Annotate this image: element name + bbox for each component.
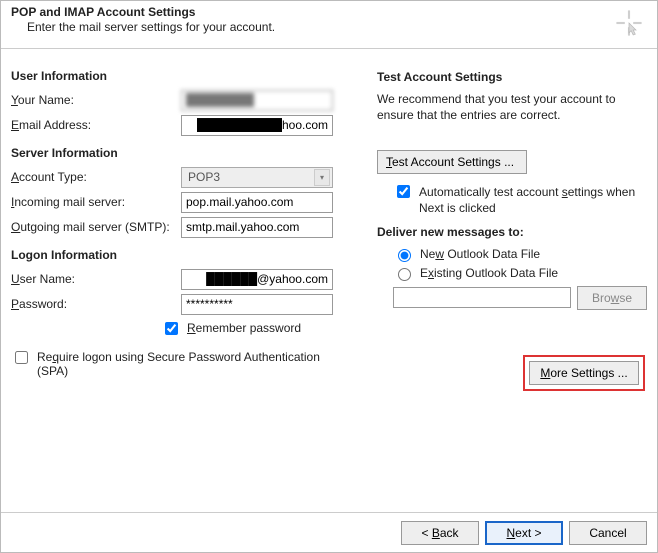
outgoing-server-input[interactable] xyxy=(181,217,333,238)
incoming-server-input[interactable] xyxy=(181,192,333,213)
auto-test-checkbox[interactable] xyxy=(397,185,410,198)
cancel-button[interactable]: Cancel xyxy=(569,521,647,545)
outgoing-label: Outgoing mail server (SMTP): xyxy=(11,220,181,234)
account-type-label: Account Type: xyxy=(11,170,181,184)
dialog-body: User Information Your Name: Email Addres… xyxy=(1,49,657,390)
password-label: Password: xyxy=(11,297,181,311)
dialog-title: POP and IMAP Account Settings xyxy=(11,5,647,19)
existing-data-file-radio[interactable] xyxy=(398,268,411,281)
username-input[interactable] xyxy=(181,269,333,290)
email-input[interactable] xyxy=(181,115,333,136)
deliver-heading: Deliver new messages to: xyxy=(377,224,647,240)
spa-checkbox[interactable] xyxy=(15,351,28,364)
username-label: User Name: xyxy=(11,272,181,286)
email-label: Email Address: xyxy=(11,118,181,132)
dialog-subtitle: Enter the mail server settings for your … xyxy=(27,20,647,34)
your-name-input[interactable] xyxy=(181,90,333,111)
new-data-file-label: New Outlook Data File xyxy=(420,246,540,262)
right-column: Test Account Settings We recommend that … xyxy=(349,63,647,382)
test-settings-description: We recommend that you test your account … xyxy=(377,91,647,123)
existing-data-file-label: Existing Outlook Data File xyxy=(420,265,558,281)
remember-password-label: Remember password xyxy=(187,321,301,335)
dialog-footer: < Back Next > Cancel xyxy=(1,512,657,552)
logon-info-heading: Logon Information xyxy=(11,248,339,262)
spa-label: Require logon using Secure Password Auth… xyxy=(37,350,337,378)
back-button[interactable]: < Back xyxy=(401,521,479,545)
more-settings-highlight: More Settings ... xyxy=(523,355,645,391)
auto-test-label: Automatically test account settings when… xyxy=(419,184,647,216)
account-type-select: POP3 ▾ xyxy=(181,167,333,188)
left-column: User Information Your Name: Email Addres… xyxy=(11,63,339,382)
more-settings-button[interactable]: More Settings ... xyxy=(529,361,639,385)
your-name-label: Your Name: xyxy=(11,93,181,107)
chevron-down-icon: ▾ xyxy=(314,169,330,186)
account-type-value: POP3 xyxy=(188,170,220,184)
test-settings-heading: Test Account Settings xyxy=(377,69,647,85)
test-account-settings-button[interactable]: Test Account Settings ... xyxy=(377,150,527,174)
next-button[interactable]: Next > xyxy=(485,521,563,545)
password-input[interactable] xyxy=(181,294,333,315)
dialog-header: POP and IMAP Account Settings Enter the … xyxy=(1,1,657,49)
incoming-label: Incoming mail server: xyxy=(11,195,181,209)
remember-password-checkbox[interactable] xyxy=(165,322,178,335)
browse-button: Browse xyxy=(577,286,647,310)
user-info-heading: User Information xyxy=(11,69,339,83)
existing-file-path-input xyxy=(393,287,571,308)
cursor-decor-icon xyxy=(615,9,643,37)
server-info-heading: Server Information xyxy=(11,146,339,160)
new-data-file-radio[interactable] xyxy=(398,249,411,262)
